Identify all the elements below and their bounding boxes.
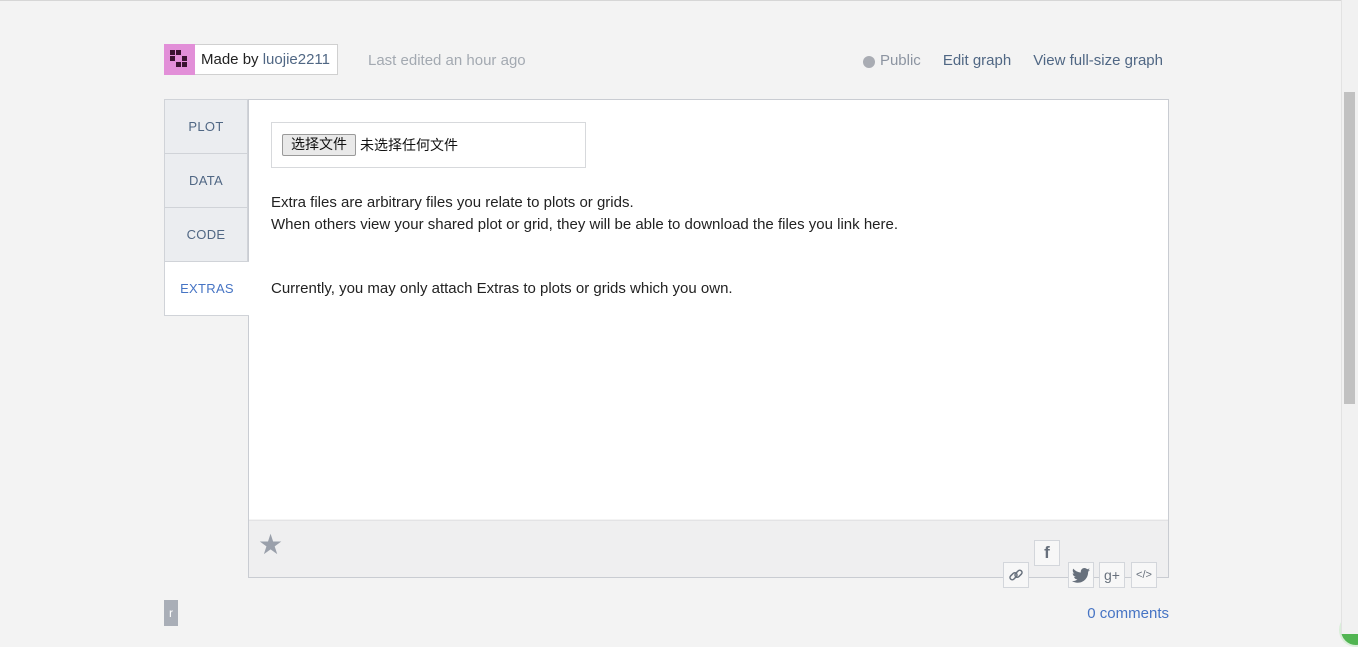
tab-code[interactable]: CODE xyxy=(164,207,248,261)
author-text: Made by luojie2211 xyxy=(195,51,337,68)
panel-footer: ★ xyxy=(249,520,1168,577)
header-actions: Public Edit graph View full-size graph xyxy=(862,52,1163,69)
link-icon[interactable] xyxy=(1003,562,1029,588)
choose-file-button[interactable]: 选择文件 xyxy=(282,134,356,156)
tab-extras[interactable]: EXTRAS xyxy=(164,261,249,316)
globe-icon xyxy=(862,55,875,68)
description-line-2: When others view your shared plot or gri… xyxy=(271,216,899,233)
tab-plot[interactable]: PLOT xyxy=(164,99,248,153)
r-badge[interactable]: r xyxy=(164,600,178,626)
top-divider xyxy=(0,0,1342,1)
view-full-size-link[interactable]: View full-size graph xyxy=(1033,52,1163,69)
tab-data[interactable]: DATA xyxy=(164,153,248,207)
facebook-icon[interactable]: f xyxy=(1034,540,1060,566)
edit-graph-link[interactable]: Edit graph xyxy=(943,52,1011,69)
made-by-label: Made by xyxy=(201,51,259,68)
author-badge[interactable]: Made by luojie2211 xyxy=(164,43,338,75)
extras-description: Extra files are arbitrary files you rela… xyxy=(271,192,898,236)
avatar xyxy=(164,43,195,75)
visibility-label[interactable]: Public xyxy=(880,52,921,69)
vertical-scrollbar[interactable] xyxy=(1341,0,1358,634)
last-edited-text: Last edited an hour ago xyxy=(368,52,526,69)
description-line-1: Extra files are arbitrary files you rela… xyxy=(271,194,634,211)
star-icon[interactable]: ★ xyxy=(258,530,283,560)
file-status-text: 未选择任何文件 xyxy=(360,138,458,154)
extras-panel: 选择文件 未选择任何文件 Extra files are arbitrary f… xyxy=(248,99,1169,578)
author-name-link[interactable]: luojie2211 xyxy=(263,51,330,68)
extras-note: Currently, you may only attach Extras to… xyxy=(271,280,733,297)
scrollbar-thumb[interactable] xyxy=(1344,92,1355,404)
file-upload-box: 选择文件 未选择任何文件 xyxy=(271,122,586,168)
google-plus-icon[interactable]: g+ xyxy=(1099,562,1125,588)
twitter-icon[interactable] xyxy=(1068,562,1094,588)
embed-icon[interactable]: </> xyxy=(1131,562,1157,588)
comments-link[interactable]: 0 comments xyxy=(1087,605,1169,622)
